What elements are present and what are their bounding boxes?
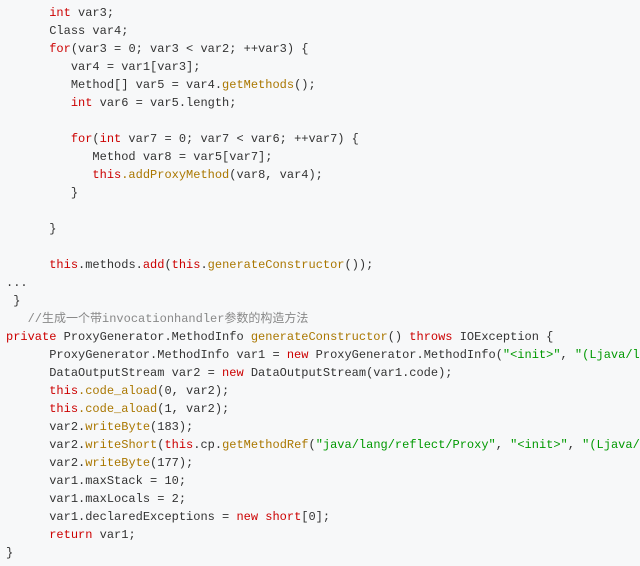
txt: Method var8 = var5[var7]; bbox=[92, 150, 272, 164]
kw-this: this bbox=[49, 402, 78, 416]
txt: var2. bbox=[49, 456, 85, 470]
txt: ... bbox=[6, 276, 28, 290]
txt: ( bbox=[309, 438, 316, 452]
kw-new: new bbox=[287, 348, 309, 362]
kw-for: for bbox=[49, 42, 71, 56]
code-block: int var3; Class var4; for(var3 = 0; var3… bbox=[0, 0, 640, 566]
txt: Class var4; bbox=[49, 24, 128, 38]
kw-return: return bbox=[49, 528, 92, 542]
txt: } bbox=[71, 186, 78, 200]
str: "java/lang/reflect/Proxy" bbox=[316, 438, 496, 452]
txt: ProxyGenerator.MethodInfo bbox=[56, 330, 250, 344]
mtd: generateConstructor bbox=[251, 330, 388, 344]
txt: DataOutputStream(var1.code); bbox=[244, 366, 453, 380]
mtd: .code_aload bbox=[78, 402, 157, 416]
txt: } bbox=[13, 294, 20, 308]
kw-new: new bbox=[222, 366, 244, 380]
txt: var1; bbox=[92, 528, 135, 542]
txt: (var3 = 0; var3 < var2; ++var3) { bbox=[71, 42, 309, 56]
txt: . bbox=[200, 258, 207, 272]
kw-throws: throws bbox=[409, 330, 452, 344]
txt: var2. bbox=[49, 438, 85, 452]
txt: () bbox=[388, 330, 410, 344]
txt: var1.maxLocals = 2; bbox=[49, 492, 186, 506]
kw-int: int bbox=[100, 132, 122, 146]
kw-int: int bbox=[71, 96, 93, 110]
kw-this: this bbox=[92, 168, 121, 182]
mtd: .code_aload bbox=[78, 384, 157, 398]
txt: (177); bbox=[150, 456, 193, 470]
mtd: writeByte bbox=[85, 456, 150, 470]
txt: (1, var2); bbox=[157, 402, 229, 416]
txt: var1.maxStack = 10; bbox=[49, 474, 186, 488]
comment: //生成一个带invocationhandler参数的构造方法 bbox=[28, 312, 309, 326]
mtd: writeShort bbox=[85, 438, 157, 452]
txt: ()); bbox=[345, 258, 374, 272]
kw-for: for bbox=[71, 132, 93, 146]
txt: ProxyGenerator.MethodInfo var1 = bbox=[49, 348, 287, 362]
txt: var1.declaredExceptions = bbox=[49, 510, 236, 524]
txt: (183); bbox=[150, 420, 193, 434]
txt bbox=[258, 510, 265, 524]
txt: .cp. bbox=[193, 438, 222, 452]
txt: [0]; bbox=[301, 510, 330, 524]
txt: var7 = 0; var7 < var6; ++var7) { bbox=[121, 132, 359, 146]
str: "(Ljava/lang/reflect/InvocationHand bbox=[575, 348, 640, 362]
txt: var3; bbox=[71, 6, 114, 20]
txt: } bbox=[49, 222, 56, 236]
mtd: .addProxyMethod bbox=[121, 168, 229, 182]
mtd: writeByte bbox=[85, 420, 150, 434]
kw-this: this bbox=[49, 258, 78, 272]
code-content: int var3; Class var4; for(var3 = 0; var3… bbox=[6, 6, 640, 560]
txt: IOException { bbox=[453, 330, 554, 344]
kw-short: short bbox=[265, 510, 301, 524]
txt: , bbox=[561, 348, 575, 362]
str: "(Ljava/lang/reflect/InvocationHan bbox=[582, 438, 640, 452]
txt: ( bbox=[92, 132, 99, 146]
txt: var2. bbox=[49, 420, 85, 434]
kw-private: private bbox=[6, 330, 56, 344]
txt: (0, var2); bbox=[157, 384, 229, 398]
str: "<init>" bbox=[510, 438, 568, 452]
txt: .methods. bbox=[78, 258, 143, 272]
txt: var6 = var5.length; bbox=[92, 96, 236, 110]
txt: ( bbox=[164, 258, 171, 272]
mtd: getMethodRef bbox=[222, 438, 308, 452]
txt: var4 = var1[var3]; bbox=[71, 60, 201, 74]
txt: ProxyGenerator.MethodInfo( bbox=[308, 348, 502, 362]
txt: } bbox=[6, 546, 13, 560]
kw-new: new bbox=[236, 510, 258, 524]
mtd: generateConstructor bbox=[208, 258, 345, 272]
kw-this: this bbox=[49, 384, 78, 398]
mtd-add: add bbox=[143, 258, 165, 272]
kw-this: this bbox=[164, 438, 193, 452]
txt: , bbox=[568, 438, 582, 452]
txt: Method[] var5 = var4. bbox=[71, 78, 222, 92]
kw-int: int bbox=[49, 6, 71, 20]
mtd: getMethods bbox=[222, 78, 294, 92]
str: "<init>" bbox=[503, 348, 561, 362]
txt: (var8, var4); bbox=[229, 168, 323, 182]
kw-this: this bbox=[172, 258, 201, 272]
txt: DataOutputStream var2 = bbox=[49, 366, 222, 380]
txt: (); bbox=[294, 78, 316, 92]
txt: , bbox=[496, 438, 510, 452]
